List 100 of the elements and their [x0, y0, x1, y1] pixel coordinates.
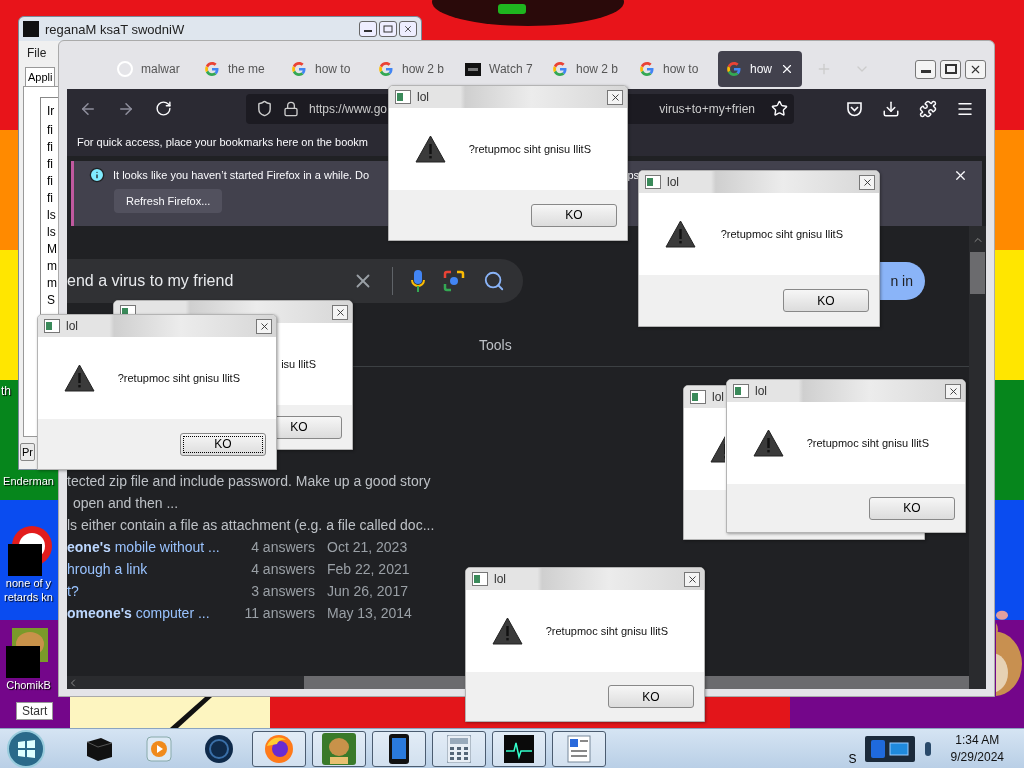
close-button[interactable] [965, 59, 986, 79]
process-button[interactable]: Pr [20, 443, 35, 461]
ok-button[interactable]: KO [783, 289, 869, 312]
task-row[interactable]: M [47, 241, 57, 258]
desktop-text: th [1, 384, 11, 398]
maximize-button[interactable] [379, 21, 397, 37]
camera-lens-icon[interactable] [443, 270, 465, 292]
question-date: Oct 21, 2023 [327, 539, 408, 555]
reload-icon[interactable] [155, 100, 172, 117]
question-link[interactable]: eone's mobile without ... [67, 538, 220, 556]
desktop-icon-label[interactable]: retards kn [4, 590, 53, 604]
notification-text: ps [627, 169, 639, 181]
ok-button[interactable]: KO [869, 496, 955, 520]
task-row[interactable]: fi [47, 122, 53, 139]
start-label[interactable]: Start [16, 702, 54, 720]
browser-tab[interactable]: the me [196, 51, 283, 87]
browser-tab[interactable]: how to [283, 51, 370, 87]
taskbar-button[interactable] [252, 730, 306, 767]
search-icon[interactable] [483, 270, 505, 292]
task-row[interactable]: fi [47, 156, 53, 173]
browser-tab[interactable]: malwar [109, 51, 196, 87]
extensions-icon[interactable] [919, 99, 937, 118]
minimize-button[interactable] [915, 59, 936, 79]
shield-icon[interactable] [256, 100, 273, 117]
browser-tab[interactable]: how 2 b [370, 51, 457, 87]
question-date: Feb 22, 2021 [327, 561, 410, 577]
g-logo-icon [291, 61, 307, 77]
menu-item[interactable]: File [23, 44, 51, 62]
bookmark-star-icon[interactable] [771, 100, 788, 117]
tray-app-icon[interactable] [870, 739, 885, 758]
dialog-message: ?retupmoc siht gnisu llitS [468, 143, 591, 155]
window-icon [690, 390, 706, 404]
close-tab-icon[interactable] [780, 62, 794, 76]
tray-text: S [848, 752, 857, 766]
question-link[interactable]: hrough a link [67, 560, 148, 578]
desktop-icon-label[interactable]: ChomikB [6, 678, 51, 692]
bookmarks-hint: For quick access, place your bookmarks here on the bookm [77, 136, 369, 148]
task-row[interactable]: fi [47, 139, 53, 156]
search-field[interactable]: end a virus to my friend [67, 259, 523, 303]
tab[interactable]: Appli [25, 67, 56, 86]
column-header[interactable]: Ir [47, 98, 55, 122]
ok-button[interactable]: KO [531, 203, 617, 227]
video-thumbnail-icon [465, 62, 481, 76]
task-row[interactable]: fi [47, 190, 53, 207]
g-logo-icon [204, 61, 220, 77]
microphone-icon[interactable] [411, 270, 425, 292]
warning-icon [665, 220, 696, 248]
shortcut-icon[interactable] [5, 524, 52, 576]
task-row[interactable]: m [47, 258, 57, 275]
scrollbar-thumb[interactable] [970, 252, 985, 294]
ok-button[interactable]: KO [180, 432, 266, 456]
vertical-scrollbar[interactable] [969, 226, 986, 689]
task-row[interactable]: m [47, 275, 57, 292]
warning-icon [753, 429, 784, 457]
close-button[interactable] [945, 383, 961, 399]
browser-tab[interactable]: Watch 7 [457, 51, 544, 87]
task-row[interactable]: ls [47, 224, 56, 241]
browser-tab[interactable]: how 2 b [544, 51, 631, 87]
refresh-button[interactable]: Refresh Firefox... [114, 189, 223, 213]
cube-icon [84, 735, 114, 762]
taskbar-button[interactable] [492, 730, 546, 767]
speaker-icon[interactable] [922, 739, 933, 758]
close-icon [334, 306, 346, 318]
browser-tab[interactable]: how [718, 51, 802, 87]
globe-icon [204, 733, 234, 764]
question-link[interactable]: t? [67, 582, 79, 600]
close-icon [947, 385, 959, 397]
dialog-message: ?retupmoc siht gnisu llitS [806, 437, 929, 449]
clock[interactable]: 1:34 AM 9/29/2024 [940, 731, 1018, 766]
pulse-monitor-icon [504, 734, 534, 763]
close-button[interactable] [607, 89, 623, 105]
taskbar-button[interactable] [372, 730, 426, 767]
task-row[interactable]: ls [47, 207, 56, 224]
task-row[interactable]: fi [47, 173, 53, 190]
lock-icon[interactable] [283, 100, 299, 117]
close-button[interactable] [256, 318, 272, 334]
url-text: https://www.go [309, 101, 388, 116]
warning-icon [64, 364, 95, 392]
start-orb-icon[interactable] [6, 729, 46, 768]
question-link[interactable]: omeone's computer ... [67, 604, 210, 622]
minimize-button[interactable] [359, 21, 377, 37]
close-button[interactable] [332, 304, 348, 320]
close-button[interactable] [859, 174, 875, 190]
task-row[interactable]: S [47, 292, 55, 309]
ok-button[interactable]: KO [608, 685, 694, 708]
tools-tab[interactable]: Tools [479, 337, 512, 353]
desktop-icon-label[interactable]: Enderman [3, 474, 54, 488]
close-button[interactable] [399, 21, 417, 37]
download-icon[interactable] [882, 99, 900, 118]
maximize-icon [944, 64, 957, 74]
maximize-button[interactable] [940, 59, 961, 79]
close-icon [609, 91, 621, 103]
network-icon[interactable] [888, 739, 909, 758]
taskbar-button[interactable] [552, 730, 606, 767]
pocket-icon[interactable] [846, 100, 863, 117]
desktop-icon-label[interactable]: none of y [5, 576, 52, 590]
browser-tab[interactable]: how to [631, 51, 718, 87]
warning-icon [492, 617, 523, 645]
close-button[interactable] [684, 571, 700, 587]
firefox-icon [264, 733, 294, 764]
